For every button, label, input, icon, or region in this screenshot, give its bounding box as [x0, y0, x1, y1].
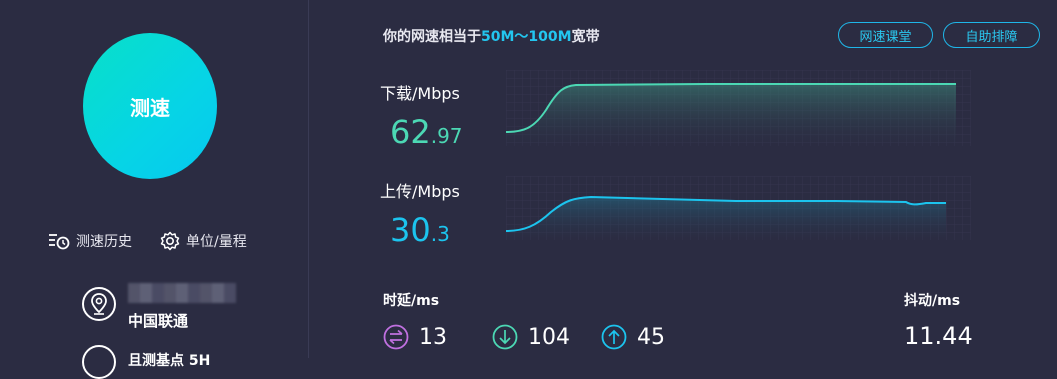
- speed-course-button[interactable]: 网速课堂: [838, 22, 933, 48]
- equiv-range: 50M～100M: [481, 29, 572, 45]
- upload-value-dec: .3: [430, 222, 450, 246]
- history-link-label: 测速历史: [76, 234, 132, 250]
- server-icon: [82, 345, 116, 379]
- start-speedtest-button[interactable]: 测速: [83, 33, 217, 179]
- download-area: [506, 84, 956, 146]
- upload-value: 30.3: [390, 214, 450, 246]
- units-range-link[interactable]: 单位/量程: [160, 231, 247, 251]
- jitter-value: 11.44: [904, 322, 973, 350]
- self-troubleshoot-button[interactable]: 自助排障: [943, 22, 1040, 48]
- isp-name: 中国联通: [128, 312, 189, 330]
- left-panel: 测速 测速历史 单位/量程 中国联通 且测基点 5H: [0, 0, 308, 379]
- location-pin-icon: [82, 287, 116, 321]
- ip-address-redacted: [128, 283, 236, 303]
- latency-down-value: 104: [528, 324, 570, 350]
- download-speed-graph: [506, 70, 971, 146]
- history-icon: [49, 234, 70, 250]
- download-value-dec: .97: [430, 124, 463, 148]
- speedtest-history-link[interactable]: 测速历史: [48, 231, 132, 251]
- upload-label: 上传/Mbps: [380, 182, 460, 201]
- gear-icon: [160, 231, 180, 251]
- units-link-label: 单位/量程: [186, 234, 247, 250]
- latency-up-value: 45: [637, 324, 665, 350]
- latency-upload: 45: [601, 324, 665, 350]
- panel-divider: [308, 0, 309, 358]
- latency-bidir-value: 13: [419, 324, 447, 350]
- server-label: 且测基点 5H: [128, 353, 211, 369]
- upload-speed-graph: [506, 176, 971, 240]
- equiv-prefix: 你的网速相当于: [383, 29, 481, 45]
- latency-bidirectional: 13: [383, 324, 447, 350]
- upload-area: [506, 197, 946, 240]
- download-label: 下载/Mbps: [380, 84, 460, 103]
- latency-label: 时延/ms: [383, 293, 440, 309]
- arrow-down-circle-icon: [492, 324, 518, 350]
- bidirectional-arrows-icon: [383, 324, 409, 350]
- upload-value-int: 30: [390, 211, 431, 249]
- arrow-up-circle-icon: [601, 324, 627, 350]
- jitter-label: 抖动/ms: [904, 293, 961, 309]
- equiv-suffix: 宽带: [571, 29, 600, 45]
- bandwidth-equivalent: 你的网速相当于50M～100M宽带: [383, 26, 600, 46]
- latency-download: 104: [492, 324, 570, 350]
- download-value-int: 62: [390, 113, 431, 151]
- download-value: 62.97: [390, 116, 463, 148]
